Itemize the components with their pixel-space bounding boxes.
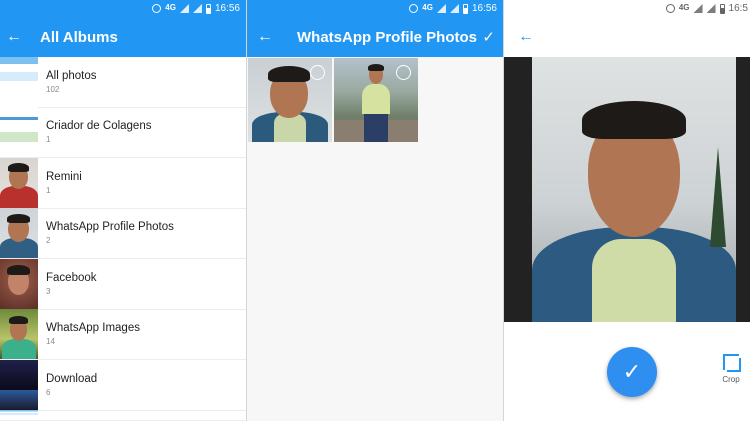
network-type: 4G	[422, 2, 433, 12]
network-type: 4G	[165, 2, 176, 12]
album-item-partial[interactable]	[0, 410, 246, 421]
battery-icon	[719, 3, 725, 14]
album-thumbnail	[0, 258, 38, 309]
album-item-whatsapp-profile-photos[interactable]: WhatsApp Profile Photos 2	[0, 208, 246, 259]
signal-icon	[192, 4, 202, 13]
album-name: WhatsApp Profile Photos	[46, 221, 174, 234]
photo-grid	[247, 57, 503, 142]
album-thumbnail	[0, 157, 38, 208]
album-count: 102	[46, 84, 60, 94]
album-count: 1	[46, 185, 51, 195]
status-time: 16:56	[214, 3, 240, 14]
album-thumbnail	[0, 56, 38, 107]
alarm-icon	[409, 4, 419, 13]
crop-screen: 4G 16:5 ← ✓ Crop	[504, 0, 750, 421]
app-bar: ←	[504, 17, 750, 57]
album-thumbnail	[0, 208, 38, 259]
back-arrow-icon[interactable]: ←	[4, 28, 24, 46]
album-count: 3	[46, 286, 51, 296]
signal-icon	[449, 4, 459, 13]
album-name: Criador de Colagens	[46, 120, 152, 133]
app-bar: ← All Albums	[0, 17, 246, 57]
crop-label: Crop	[722, 375, 740, 384]
status-time: 16:56	[471, 3, 497, 14]
album-name: Facebook	[46, 271, 97, 284]
crop-area[interactable]	[504, 57, 750, 322]
check-icon[interactable]: ✓	[482, 28, 495, 46]
status-bar: 4G 16:56	[247, 0, 503, 17]
album-thumbnail	[0, 107, 38, 158]
album-count: 1	[46, 135, 51, 145]
album-photos-screen: 4G 16:56 ← WhatsApp Profile Photos ✓	[247, 0, 503, 421]
status-time: 16:5	[728, 3, 748, 14]
confirm-button[interactable]: ✓	[607, 347, 657, 397]
signal-icon	[436, 4, 446, 13]
select-circle-icon[interactable]	[396, 65, 411, 80]
page-title: WhatsApp Profile Photos	[297, 28, 477, 46]
photo-thumbnail[interactable]	[334, 58, 418, 142]
alarm-icon	[665, 4, 675, 13]
alarm-icon	[152, 4, 162, 13]
crop-icon	[723, 354, 741, 372]
network-type: 4G	[678, 2, 690, 12]
photo-preview	[532, 57, 736, 322]
album-count: 14	[46, 337, 55, 347]
album-name: Remini	[46, 170, 82, 183]
back-arrow-icon[interactable]: ←	[518, 28, 534, 46]
page-title: All Albums	[40, 28, 118, 46]
app-bar: ← WhatsApp Profile Photos ✓	[247, 17, 503, 57]
signal-icon	[693, 4, 703, 13]
album-item-criador-de-colagens[interactable]: Criador de Colagens 1	[0, 107, 246, 158]
album-item-download[interactable]: Download 6	[0, 359, 246, 411]
signal-icon	[706, 4, 716, 13]
album-item-remini[interactable]: Remini 1	[0, 157, 246, 209]
album-item-whatsapp-images[interactable]: WhatsApp Images 14	[0, 309, 246, 360]
album-thumbnail	[0, 410, 38, 420]
battery-icon	[462, 3, 468, 14]
album-list: All photos 102 Criador de Colagens 1 Rem…	[0, 56, 246, 421]
battery-icon	[205, 3, 211, 14]
album-thumbnail	[0, 359, 38, 410]
album-name: All photos	[46, 69, 97, 82]
album-count: 2	[46, 236, 51, 246]
album-thumbnail	[0, 309, 38, 360]
album-item-all-photos[interactable]: All photos 102	[0, 56, 246, 108]
photo-thumbnail[interactable]	[248, 58, 332, 142]
status-bar: 4G 16:5	[504, 0, 750, 17]
all-albums-screen: 4G 16:56 ← All Albums All photos 102 Cri…	[0, 0, 246, 421]
screenshot: 4G 16:56 ← All Albums All photos 102 Cri…	[0, 0, 750, 421]
back-arrow-icon[interactable]: ←	[255, 28, 275, 46]
album-name: WhatsApp Images	[46, 322, 140, 335]
crop-button[interactable]: Crop	[718, 354, 744, 384]
status-bar: 4G 16:56	[0, 0, 246, 17]
album-count: 6	[46, 387, 51, 397]
check-icon: ✓	[622, 359, 642, 384]
album-item-facebook[interactable]: Facebook 3	[0, 258, 246, 310]
album-name: Download	[46, 372, 98, 385]
select-circle-icon[interactable]	[310, 65, 325, 80]
signal-icon	[179, 4, 189, 13]
